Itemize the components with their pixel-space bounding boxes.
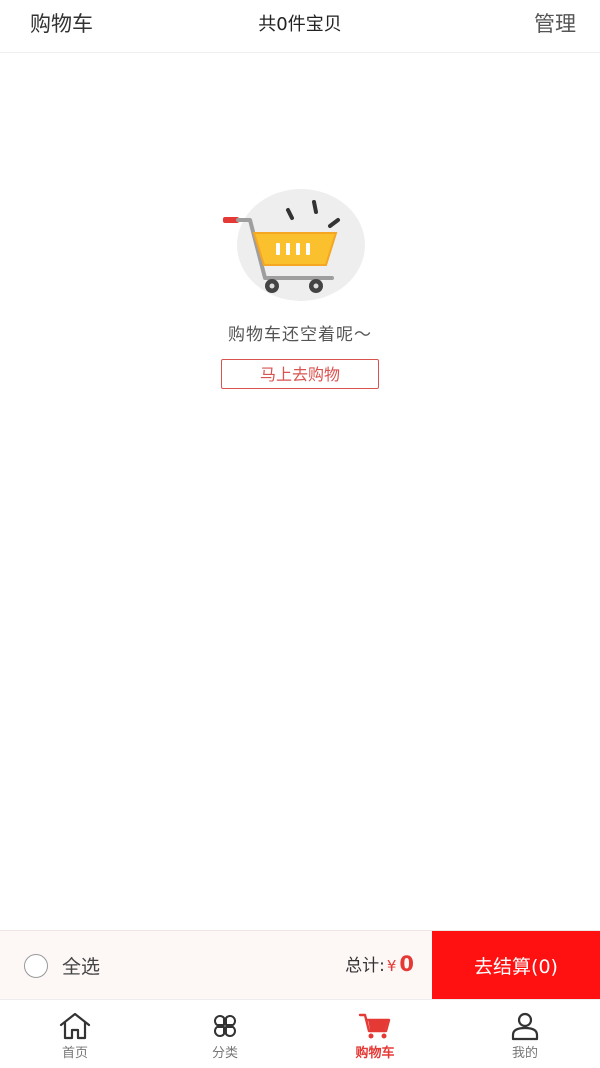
select-all-radio[interactable]	[24, 953, 48, 978]
shopping-cart-icon	[223, 189, 365, 301]
user-icon	[511, 1012, 539, 1041]
cart-icon	[358, 1013, 391, 1039]
header-bar: 购物车 共0件宝贝 管理	[0, 0, 600, 53]
tab-home-label: 首页	[61, 1046, 88, 1061]
total-amount: 0	[399, 952, 414, 976]
tab-cart-label: 购物车	[355, 1046, 395, 1061]
select-all-toggle[interactable]: 全选	[24, 952, 100, 979]
empty-cart-message: 购物车还空着呢～	[228, 325, 372, 345]
select-all-label: 全选	[62, 956, 101, 978]
tab-category[interactable]: 分类	[150, 1000, 300, 1068]
tab-home[interactable]: 首页	[0, 1000, 150, 1068]
checkout-button[interactable]: 去结算(0)	[432, 931, 600, 999]
tab-profile[interactable]: 我的	[450, 1000, 600, 1068]
tab-cart[interactable]: 购物车	[300, 1000, 450, 1068]
bottom-tab-bar: 首页 分类 购物车 我的	[0, 999, 600, 1068]
checkout-bar: 全选 总计: ¥ 0 去结算(0)	[0, 930, 600, 999]
total-price: 总计: ¥ 0	[345, 951, 414, 976]
empty-cart: 购物车还空着呢～ 马上去购物	[0, 188, 600, 389]
manage-button[interactable]: 管理	[534, 8, 576, 38]
cart-content: 购物车还空着呢～ 马上去购物	[0, 53, 600, 929]
total-label: 总计:	[345, 956, 385, 976]
home-icon	[59, 1012, 91, 1040]
tab-profile-label: 我的	[511, 1046, 538, 1061]
tab-category-label: 分类	[211, 1046, 238, 1061]
item-count: 共0件宝贝	[258, 14, 342, 35]
go-shopping-button[interactable]: 马上去购物	[221, 359, 379, 389]
category-icon	[214, 1015, 236, 1037]
currency-symbol: ¥	[386, 957, 397, 975]
